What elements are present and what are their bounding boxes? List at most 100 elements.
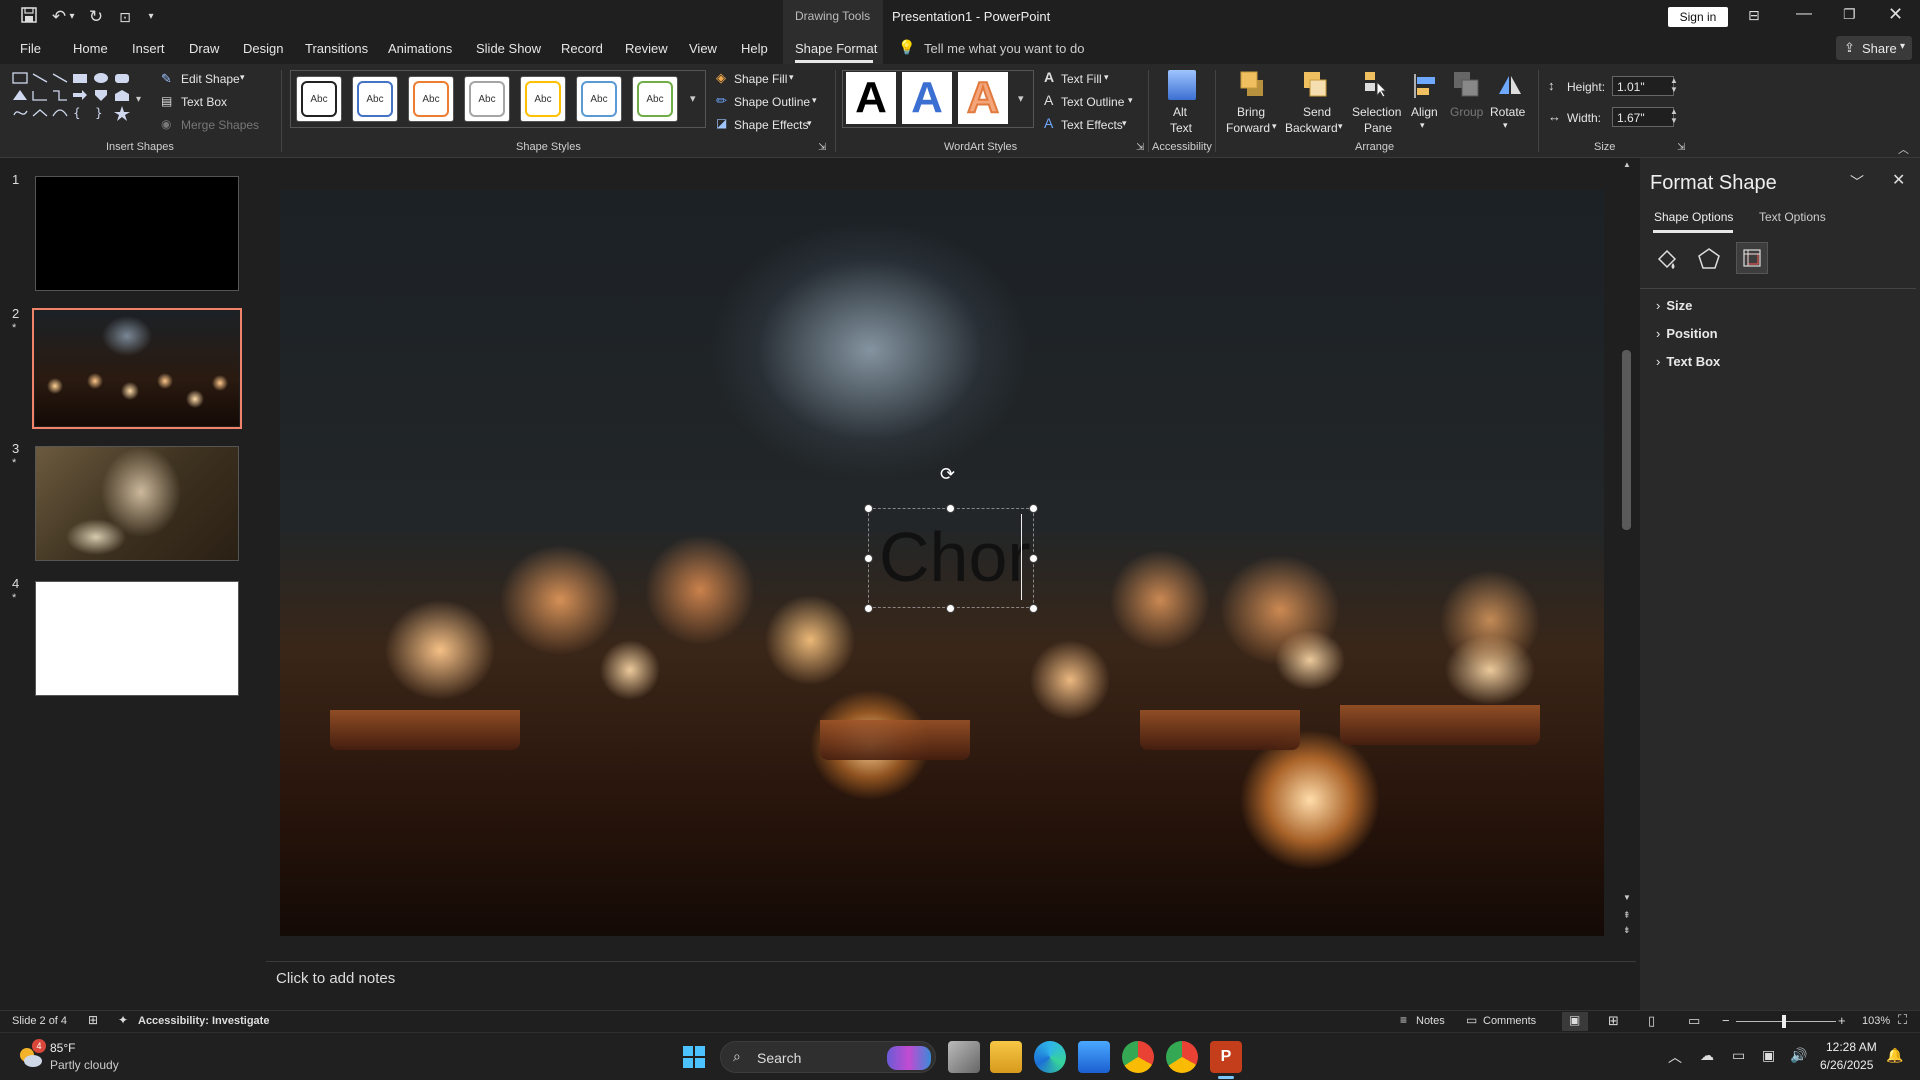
notifications-icon[interactable]: 🔔 <box>1886 1047 1903 1064</box>
wordart-more-icon[interactable]: ▾ <box>1018 92 1024 105</box>
shape-style-swatch-5[interactable]: Abc <box>520 76 566 122</box>
width-spinner-icon[interactable]: ▲ ▼ <box>1670 107 1678 125</box>
size-properties-icon[interactable] <box>1736 242 1768 274</box>
shapes-more-icon[interactable]: ▾ <box>136 94 141 105</box>
zoom-out-icon[interactable]: − <box>1722 1013 1730 1028</box>
next-slide-icon[interactable]: ⇟ <box>1623 925 1631 936</box>
windows-start-icon[interactable] <box>682 1045 706 1069</box>
shape-style-swatch-7[interactable]: Abc <box>632 76 678 122</box>
tab-design[interactable]: Design <box>243 41 283 56</box>
resize-handle-sw[interactable] <box>864 604 873 613</box>
rotate-handle-icon[interactable]: ⟳ <box>940 464 955 485</box>
align-dropdown-icon[interactable]: ▾ <box>1420 120 1425 131</box>
notes-pane[interactable]: Click to add notes <box>266 961 1636 1009</box>
edit-shape-dropdown-icon[interactable]: ▾ <box>240 72 245 83</box>
slide-2-thumbnail[interactable] <box>35 311 239 426</box>
taskbar-search[interactable]: ⌕ Search <box>720 1041 936 1073</box>
shape-effects-button[interactable]: Shape Effects <box>734 118 809 132</box>
comments-button[interactable]: Comments <box>1483 1015 1536 1027</box>
shape-outline-dropdown-icon[interactable]: ▾ <box>812 95 817 106</box>
task-view-icon[interactable] <box>948 1041 980 1073</box>
shape-styles-launcher-icon[interactable]: ⇲ <box>818 142 826 153</box>
spell-check-icon[interactable]: ⊞ <box>88 1013 98 1027</box>
redo-icon[interactable]: ↻ <box>85 6 107 28</box>
rotate-button[interactable]: Rotate <box>1490 105 1525 119</box>
pane-options-chevron-icon[interactable]: ﹀ <box>1850 172 1864 192</box>
slide-show-view-icon[interactable]: ▭ <box>1688 1013 1700 1029</box>
tab-help[interactable]: Help <box>741 41 768 56</box>
notes-button[interactable]: Notes <box>1416 1015 1445 1027</box>
send-backward-button[interactable]: Send <box>1303 105 1331 119</box>
from-beginning-icon[interactable]: ⊡ <box>114 6 136 28</box>
section-position[interactable]: › Position <box>1656 326 1718 341</box>
height-spinner-icon[interactable]: ▲ ▼ <box>1670 76 1678 94</box>
slide-sorter-icon[interactable]: ⊞ <box>1608 1013 1619 1029</box>
collapse-ribbon-icon[interactable]: ︿ <box>1898 141 1909 157</box>
resize-handle-w[interactable] <box>864 554 873 563</box>
text-effects-button[interactable]: Text Effects <box>1061 118 1123 132</box>
shape-fill-button[interactable]: Shape Fill <box>734 72 787 86</box>
ribbon-display-icon[interactable]: ⊟ <box>1748 7 1760 24</box>
resize-handle-ne[interactable] <box>1029 504 1038 513</box>
share-button[interactable]: ⇪ Share ▾ <box>1836 36 1912 60</box>
clock-time[interactable]: 12:28 AM <box>1826 1040 1877 1054</box>
text-outline-dropdown-icon[interactable]: ▾ <box>1128 95 1133 106</box>
text-box-button[interactable]: Text Box <box>181 95 227 109</box>
previous-slide-icon[interactable]: ⇞ <box>1623 910 1631 921</box>
tab-transitions[interactable]: Transitions <box>305 41 368 56</box>
weather-temp[interactable]: 85°F <box>50 1041 75 1055</box>
tab-file[interactable]: File <box>20 41 41 56</box>
fill-line-icon[interactable] <box>1654 246 1680 272</box>
close-window-icon[interactable]: ✕ <box>1888 4 1903 25</box>
effects-icon[interactable] <box>1696 246 1722 272</box>
onedrive-icon[interactable]: ☁ <box>1700 1047 1714 1064</box>
bring-forward-button-line2[interactable]: Forward <box>1226 121 1270 135</box>
close-pane-icon[interactable]: ✕ <box>1892 170 1905 190</box>
scroll-down-icon[interactable]: ▼ <box>1623 893 1631 902</box>
selection-pane-button[interactable]: Selection <box>1352 105 1401 119</box>
resize-handle-s[interactable] <box>946 604 955 613</box>
edge-icon[interactable] <box>1034 1041 1066 1073</box>
resize-handle-se[interactable] <box>1029 604 1038 613</box>
pane-splitter[interactable] <box>1636 158 1640 1010</box>
display-icon[interactable]: ▣ <box>1762 1047 1775 1064</box>
zoom-slider[interactable] <box>1736 1021 1836 1022</box>
shape-style-swatch-3[interactable]: Abc <box>408 76 454 122</box>
clock-date[interactable]: 6/26/2025 <box>1820 1058 1873 1072</box>
tab-record[interactable]: Record <box>561 41 603 56</box>
height-input[interactable]: 1.01" <box>1612 76 1674 96</box>
editor-scrollbar[interactable]: ▲ ▼ ⇞ ⇟ <box>1620 160 1634 940</box>
normal-view-button[interactable]: ▣ <box>1562 1012 1588 1031</box>
wordart-launcher-icon[interactable]: ⇲ <box>1136 142 1144 153</box>
selected-text-box[interactable]: Chor <box>868 508 1034 608</box>
shape-style-swatch-1[interactable]: Abc <box>296 76 342 122</box>
weather-desc[interactable]: Partly cloudy <box>50 1058 119 1072</box>
shape-fill-dropdown-icon[interactable]: ▾ <box>789 72 794 83</box>
shape-outline-button[interactable]: Shape Outline <box>734 95 810 109</box>
text-effects-dropdown-icon[interactable]: ▾ <box>1122 118 1127 129</box>
restore-icon[interactable]: ❐ <box>1843 6 1856 23</box>
alt-text-button-line2[interactable]: Text <box>1170 121 1192 135</box>
chrome-profile-icon[interactable] <box>1166 1041 1198 1073</box>
wordart-style-black[interactable]: A <box>846 72 896 124</box>
shape-styles-more-icon[interactable]: ▾ <box>690 92 696 105</box>
size-launcher-icon[interactable]: ⇲ <box>1677 142 1685 153</box>
tab-review[interactable]: Review <box>625 41 668 56</box>
minimize-icon[interactable]: — <box>1796 5 1812 23</box>
bring-forward-button[interactable]: Bring <box>1237 105 1265 119</box>
notes-placeholder[interactable]: Click to add notes <box>276 970 395 987</box>
bring-forward-dropdown-icon[interactable]: ▾ <box>1272 121 1277 132</box>
text-fill-button[interactable]: Text Fill <box>1061 72 1102 86</box>
reading-view-icon[interactable]: ▯ <box>1648 1013 1655 1029</box>
shape-style-swatch-6[interactable]: Abc <box>576 76 622 122</box>
section-size[interactable]: › Size <box>1656 298 1692 313</box>
scrollbar-thumb[interactable] <box>1622 350 1631 530</box>
zoom-level[interactable]: 103% <box>1862 1015 1890 1027</box>
rotate-dropdown-icon[interactable]: ▾ <box>1503 120 1508 131</box>
resize-handle-nw[interactable] <box>864 504 873 513</box>
resize-handle-n[interactable] <box>946 504 955 513</box>
slide-4-thumbnail[interactable] <box>35 581 239 696</box>
tab-view[interactable]: View <box>689 41 717 56</box>
tab-slide-show[interactable]: Slide Show <box>476 41 541 56</box>
tab-shape-options[interactable]: Shape Options <box>1654 210 1733 224</box>
